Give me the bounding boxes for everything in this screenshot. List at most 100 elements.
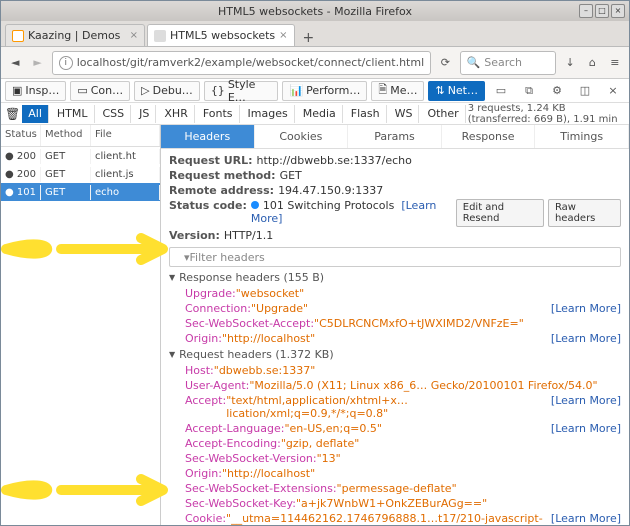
filter-media[interactable]: Media [297,105,343,123]
devtools-close-icon[interactable]: × [601,79,625,103]
close-window-button[interactable]: × [611,4,625,18]
toolbox-style-editor[interactable]: {} Style E… [204,81,279,101]
raw-headers-button[interactable]: Raw headers [548,199,621,227]
home-button[interactable]: ⌂ [584,51,600,75]
maximize-button[interactable]: □ [595,4,609,18]
learn-more-link[interactable]: [Learn More] [543,394,621,407]
clear-button[interactable]: 🗑 [5,107,20,121]
filter-other[interactable]: Other [421,105,465,123]
response-headers-section[interactable]: ▼Response headers (155 B) [169,271,621,284]
nav-toolbar: ◄ ► i localhost/git/ramverk2/example/web… [1,47,629,79]
browser-tab-kaazing[interactable]: Kaazing | Demos × [5,24,145,46]
request-details: Headers Cookies Params Response Timings … [161,125,629,525]
header-value: "http://localhost" [222,467,315,480]
header-row: Upgrade: "websocket" [169,286,621,301]
firefox-window: HTML5 websockets - Mozilla Firefox – □ ×… [0,0,630,526]
minimize-button[interactable]: – [579,4,593,18]
toolbox-debugger[interactable]: ▷ Debu… [134,81,200,101]
window-titlebar: HTML5 websockets - Mozilla Firefox – □ × [1,1,629,21]
col-status[interactable]: Status [1,125,41,146]
browser-tab-websockets[interactable]: HTML5 websockets × [147,24,295,46]
header-value: "Mozilla/5.0 (X11; Linux x86_6… Gecko/20… [249,379,597,392]
learn-more-link[interactable]: [Learn More] [543,302,621,315]
tab-label: HTML5 websockets [170,29,275,42]
tab-response[interactable]: Response [442,125,536,148]
header-name: Sec-WebSocket-Key: [185,497,296,510]
header-name: Sec-WebSocket-Version: [185,452,317,465]
header-name: Host: [185,364,214,377]
header-name: Accept: [185,394,226,407]
header-value: "a+jk7WnbW1+OnkZEBurAGg==" [296,497,487,510]
headers-content: Request URL:http://dbwebb.se:1337/echo R… [161,149,629,525]
toolbox-memory[interactable]: 🗎 Me… [371,81,424,101]
filter-xhr[interactable]: XHR [158,105,194,123]
close-tab-icon[interactable]: × [130,30,138,41]
header-value: "Upgrade" [251,302,308,315]
filter-flash[interactable]: Flash [345,105,387,123]
tab-cookies[interactable]: Cookies [255,125,349,148]
downloads-button[interactable]: ↓ [562,51,578,75]
new-tab-button[interactable]: + [297,30,321,46]
learn-more-link[interactable]: [Learn More] [543,512,621,525]
filter-html[interactable]: HTML [51,105,95,123]
network-split: Status Method File ● 200 GET client.ht ●… [1,125,629,525]
toolbox-network[interactable]: ⇅ Net… [428,81,485,101]
request-list-header: Status Method File [1,125,160,147]
back-button[interactable]: ◄ [7,51,23,75]
header-row: Sec-WebSocket-Extensions: "permessage-de… [169,481,621,496]
search-box[interactable]: 🔍 Search [460,51,556,75]
url-text: localhost/git/ramverk2/example/websocket… [77,56,424,69]
header-value: "http://localhost" [222,332,315,345]
favicon-icon [12,30,24,42]
url-bar[interactable]: i localhost/git/ramverk2/example/websock… [52,51,431,75]
col-file[interactable]: File [91,125,160,146]
site-info-icon[interactable]: i [59,56,73,70]
edit-resend-button[interactable]: Edit and Resend [456,199,544,227]
header-value: "permessage-deflate" [337,482,457,495]
filter-css[interactable]: CSS [97,105,132,123]
filter-js[interactable]: JS [133,105,156,123]
filter-fonts[interactable]: Fonts [197,105,240,123]
menu-button[interactable]: ≡ [607,51,623,75]
header-name: Sec-WebSocket-Extensions: [185,482,337,495]
filter-all[interactable]: All [22,105,49,123]
toolbox-inspector[interactable]: ▣ Insp… [5,81,66,101]
request-list: Status Method File ● 200 GET client.ht ●… [1,125,161,525]
forward-button[interactable]: ► [29,51,45,75]
request-row-selected[interactable]: ● 101 GET echo [1,183,160,201]
close-tab-icon[interactable]: × [279,30,287,41]
header-name: Accept-Encoding: [185,437,281,450]
col-method[interactable]: Method [41,125,91,146]
toolbox-console[interactable]: ▭ Con… [70,81,130,101]
header-row: Accept-Encoding: "gzip, deflate" [169,436,621,451]
header-row: Origin: "http://localhost"[Learn More] [169,331,621,346]
devtools-responsive-icon[interactable]: ▭ [489,79,513,103]
devtools-panel: ▣ Insp… ▭ Con… ▷ Debu… {} Style E… 📊 Per… [1,79,629,525]
header-name: User-Agent: [185,379,249,392]
header-row: Connection: "Upgrade"[Learn More] [169,301,621,316]
devtools-split-icon[interactable]: ⧉ [517,79,541,103]
filter-ws[interactable]: WS [389,105,420,123]
header-row: Origin: "http://localhost" [169,466,621,481]
header-name: Sec-WebSocket-Accept: [185,317,314,330]
request-row[interactable]: ● 200 GET client.js [1,165,160,183]
header-value: "C5DLRCNCMxfO+tJWXIMD2/VNFzE=" [314,317,524,330]
request-headers-section[interactable]: ▼Request headers (1.372 KB) [169,348,621,361]
tab-timings[interactable]: Timings [535,125,629,148]
request-row[interactable]: ● 200 GET client.ht [1,147,160,165]
header-row: Sec-WebSocket-Version: "13" [169,451,621,466]
toolbox-performance[interactable]: 📊 Perform… [282,81,367,101]
header-row: User-Agent: "Mozilla/5.0 (X11; Linux x86… [169,378,621,393]
learn-more-link[interactable]: [Learn More] [543,332,621,345]
devtools-dock-icon[interactable]: ◫ [573,79,597,103]
filter-images[interactable]: Images [242,105,295,123]
header-row: Accept-Language: "en-US,en;q=0.5"[Learn … [169,421,621,436]
reload-button[interactable]: ⟳ [437,51,453,75]
devtools-settings-icon[interactable]: ⚙ [545,79,569,103]
learn-more-link[interactable]: [Learn More] [543,422,621,435]
filter-headers-input[interactable]: ▾ Filter headers [169,247,621,267]
tab-params[interactable]: Params [348,125,442,148]
tab-headers[interactable]: Headers [161,125,255,148]
header-name: Origin: [185,467,222,480]
header-value: "dbwebb.se:1337" [214,364,316,377]
